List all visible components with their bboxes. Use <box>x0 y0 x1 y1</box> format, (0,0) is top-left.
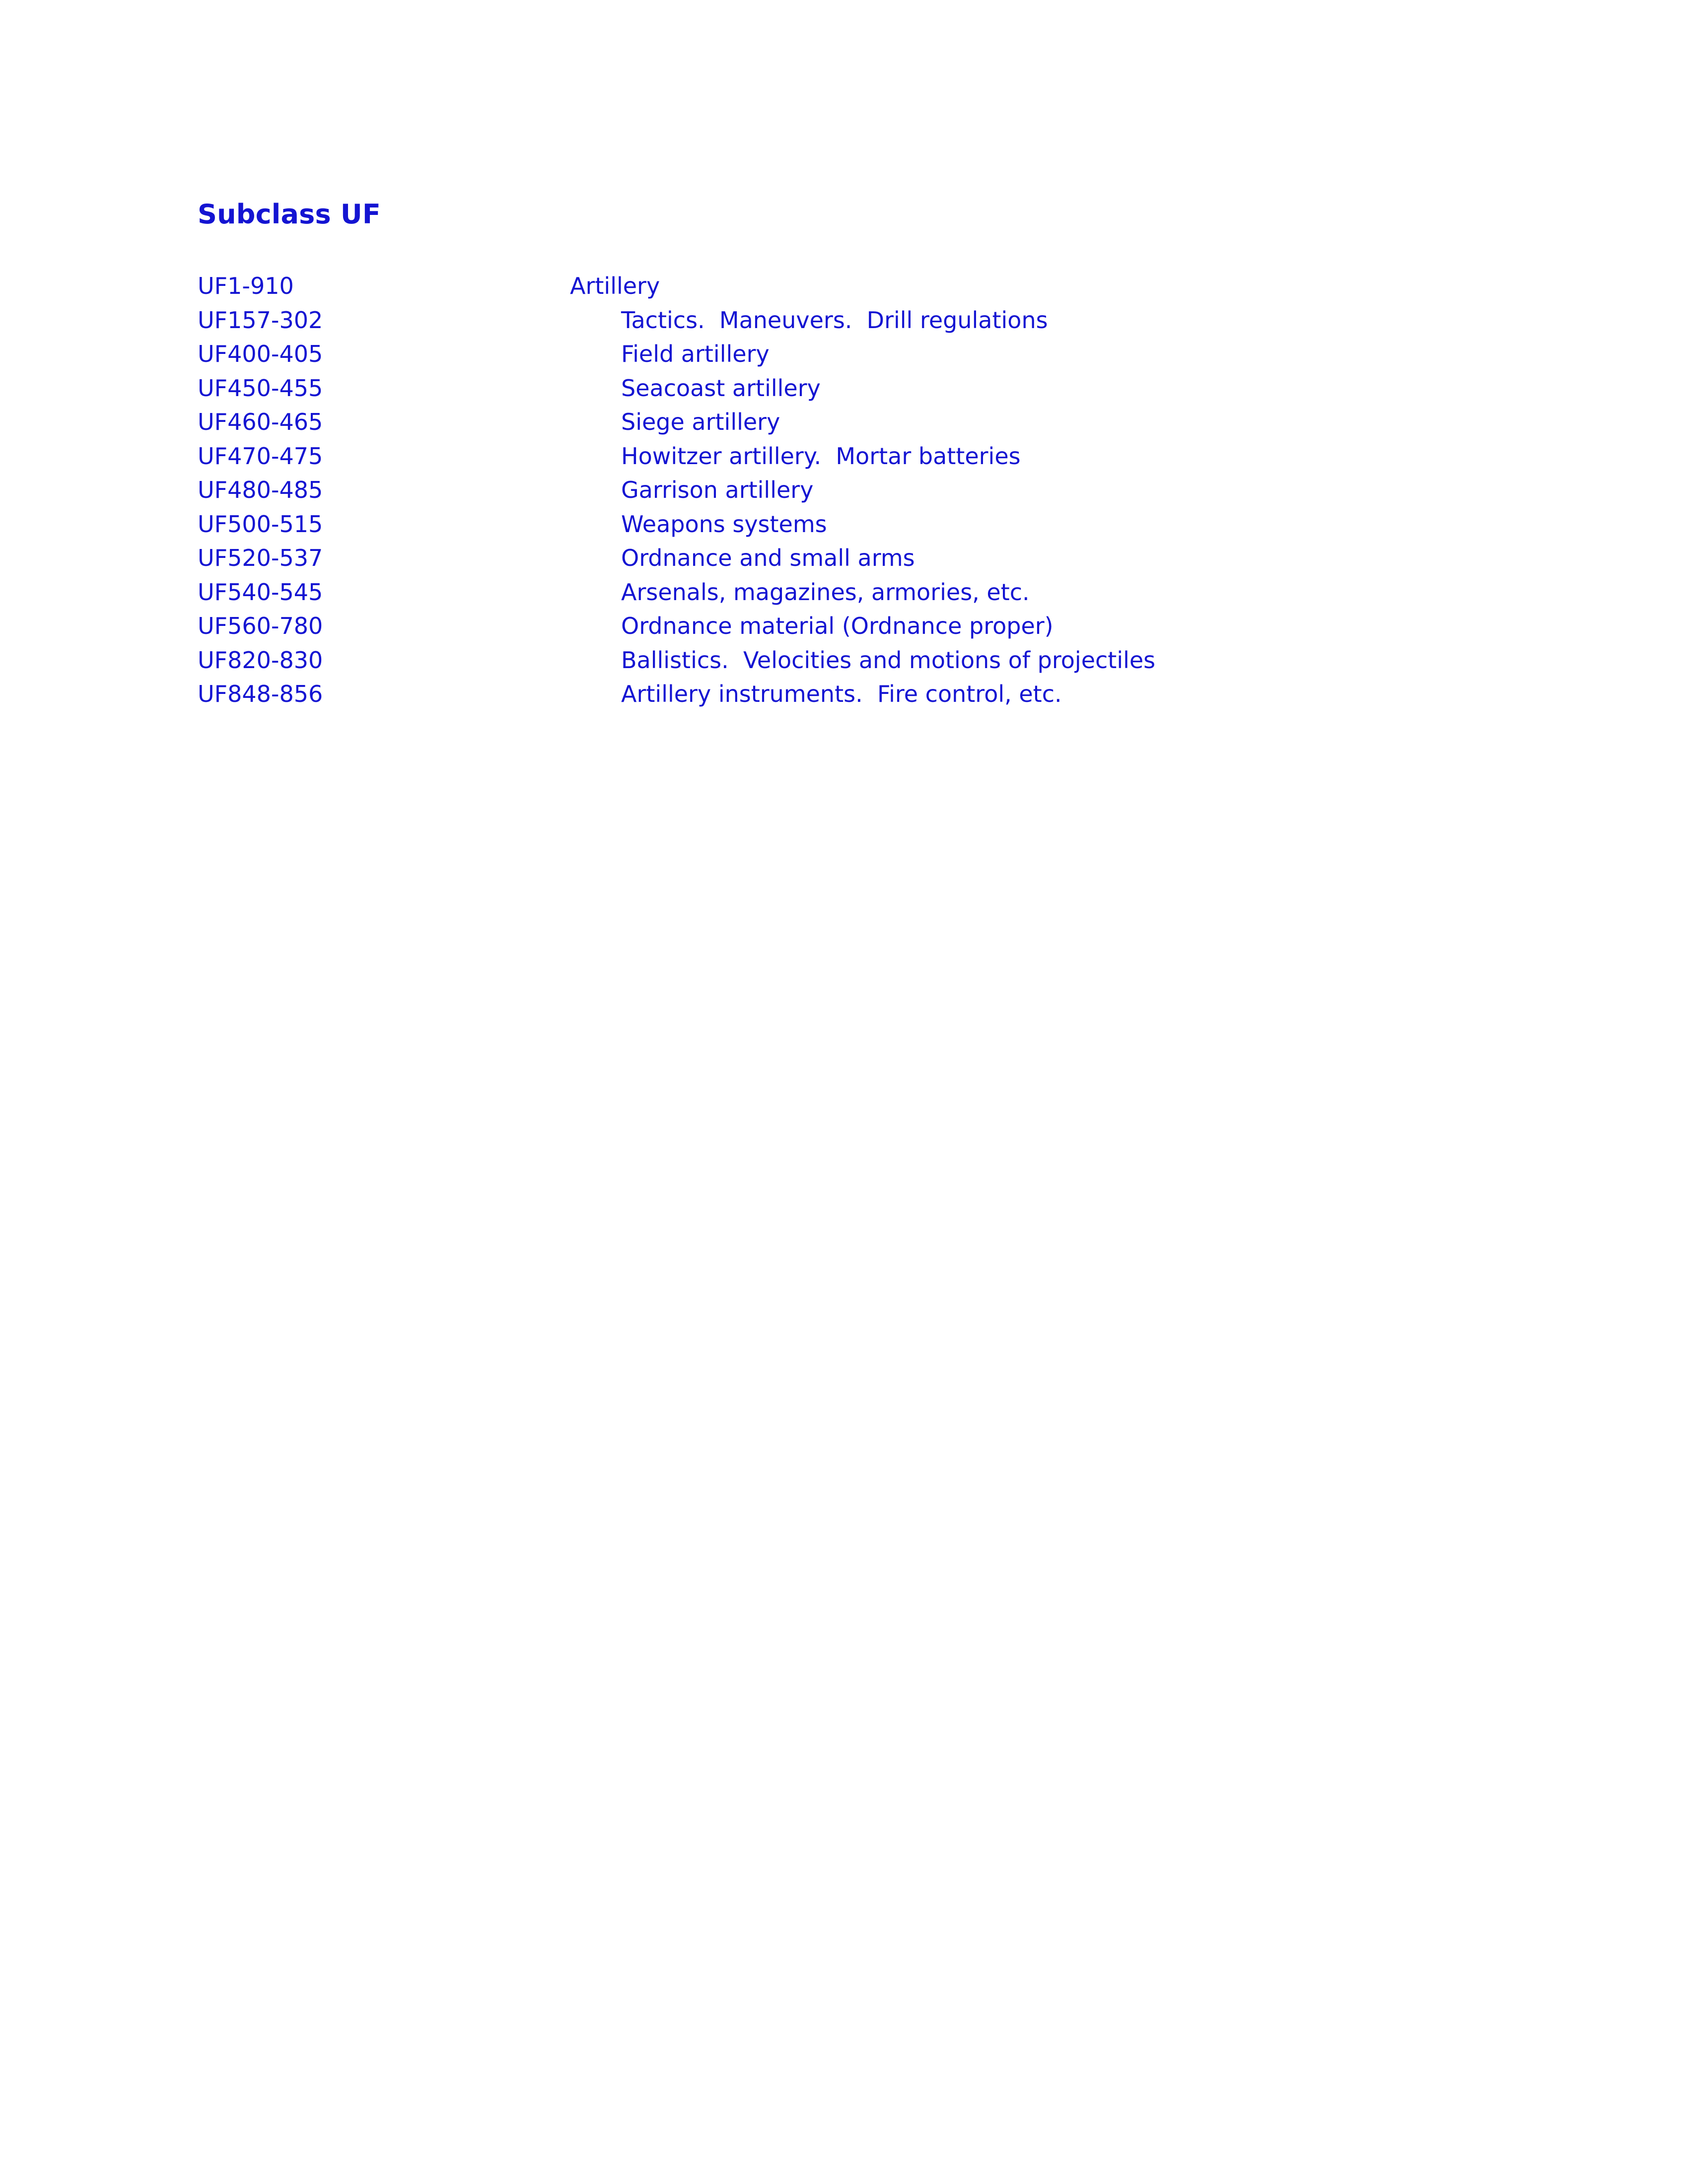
outline-row: UF400-405 Field artillery <box>198 337 1538 371</box>
classification-caption: Howitzer artillery. Mortar batteries <box>621 442 1021 470</box>
classification-caption: Artillery instruments. Fire control, etc… <box>621 681 1062 707</box>
outline-row: UF450-455 Seacoast artillery <box>198 371 1538 406</box>
outline-row: UF1-910 Artillery <box>198 269 1538 303</box>
classification-caption: Ordnance and small arms <box>621 545 915 571</box>
classification-caption: Siege artillery <box>621 409 780 435</box>
outline-row: UF520-537 Ordnance and small arms <box>198 541 1538 575</box>
classification-range: UF1-910 <box>198 273 294 299</box>
classification-outline: UF1-910 Artillery UF157-302 Tactics. Maneuv… <box>198 269 1538 711</box>
classification-caption: Weapons systems <box>621 510 827 538</box>
classification-range: UF500-515 <box>198 510 323 538</box>
classification-caption: Seacoast artillery <box>621 374 821 402</box>
outline-row: UF560-780 Ordnance material (Ordnance pro… <box>198 609 1538 643</box>
classification-caption: Ballistics. Velocities and motions of pr… <box>621 646 1156 674</box>
classification-range: UF400-405 <box>198 341 323 367</box>
outline-row: UF470-475 Howitzer artillery. Mortar batt… <box>198 439 1538 474</box>
outline-row: UF480-485 Garrison artillery <box>198 473 1538 507</box>
classification-caption: Garrison artillery <box>621 477 814 503</box>
classification-range: UF560-780 <box>198 613 323 639</box>
outline-row: UF157-302 Tactics. Maneuvers. Drill regul… <box>198 303 1538 338</box>
outline-row: UF820-830 Ballistics. Velocities and moti… <box>198 643 1538 678</box>
classification-range: UF470-475 <box>198 442 323 470</box>
classification-range: UF520-537 <box>198 545 323 571</box>
classification-caption: Artillery <box>570 273 660 299</box>
document-page: Subclass UF UF1-910 Artillery UF157-302 Tac… <box>0 0 1688 2184</box>
classification-range: UF848-856 <box>198 681 323 707</box>
classification-range: UF460-465 <box>198 409 323 435</box>
page-title: Subclass UF <box>198 199 381 230</box>
classification-range: UF540-545 <box>198 578 323 606</box>
classification-range: UF157-302 <box>198 306 323 334</box>
outline-row: UF500-515 Weapons systems <box>198 507 1538 542</box>
classification-caption: Field artillery <box>621 341 770 367</box>
classification-range: UF480-485 <box>198 477 323 503</box>
outline-row: UF848-856 Artillery instruments. Fire con… <box>198 677 1538 711</box>
outline-row: UF460-465 Siege artillery <box>198 405 1538 439</box>
classification-caption: Tactics. Maneuvers. Drill regulations <box>621 306 1048 334</box>
outline-row: UF540-545 Arsenals, magazines, armories, … <box>198 575 1538 610</box>
classification-caption: Ordnance material (Ordnance proper) <box>621 613 1054 639</box>
classification-range: UF820-830 <box>198 646 323 674</box>
classification-range: UF450-455 <box>198 374 323 402</box>
classification-caption: Arsenals, magazines, armories, etc. <box>621 578 1030 606</box>
